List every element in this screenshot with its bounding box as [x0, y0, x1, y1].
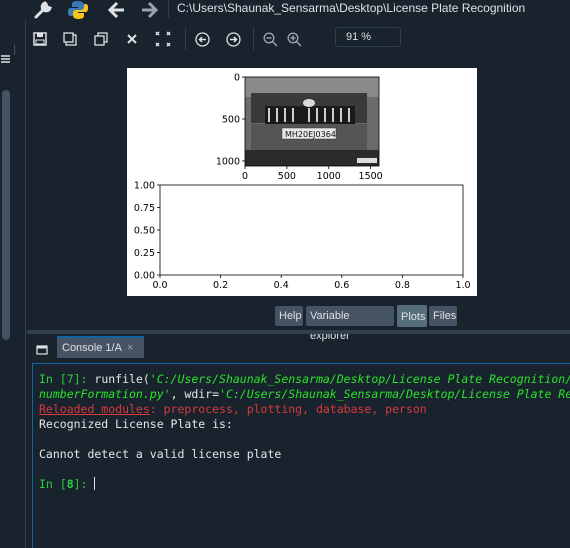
console-options-icon[interactable]	[36, 341, 48, 355]
reloaded-modules-list: : preprocess, plotting, database, person	[149, 402, 427, 416]
ipython-console[interactable]: In [7]: runfile('C:/Users/Shaunak_Sensar…	[32, 363, 570, 548]
left-scrollbar[interactable]	[2, 90, 10, 340]
image-x-tick-label: 1000	[317, 171, 341, 182]
image-y-tick-label: 500	[222, 114, 240, 125]
zoom-level-field[interactable]: 91 %	[335, 27, 401, 47]
next-icon[interactable]	[224, 30, 242, 48]
axes-frame	[159, 184, 464, 276]
tab-variable-explorer[interactable]: Variable explorer	[306, 306, 394, 342]
close-tab-icon[interactable]: ×	[127, 338, 133, 358]
console-kwarg: , wdir=	[170, 387, 220, 401]
axes-x-tick-label: 0.2	[213, 280, 228, 291]
empty-axes-subplot: 0.000.250.500.751.00 0.0 0.2 0.4 0.6 0.8 1.0	[134, 181, 471, 292]
console-prompt-number: 8	[66, 477, 74, 491]
image-x-tick-label: 500	[278, 171, 296, 182]
console-output-line: Cannot detect a valid license plate	[39, 447, 282, 461]
console-tab-label: Console 1/A	[62, 342, 122, 354]
close-all-icon[interactable]	[154, 30, 172, 48]
save-all-icon[interactable]	[61, 30, 79, 48]
axes-x-ticks: 0.0 0.2 0.4 0.6 0.8 1.0	[152, 275, 471, 291]
save-icon[interactable]	[31, 30, 49, 48]
axes-y-tick-label: 0.25	[134, 248, 155, 259]
tab-files[interactable]: Files	[429, 306, 457, 326]
arrow-right-icon[interactable]	[138, 0, 160, 20]
plots-toolbar: 91 %	[27, 22, 570, 56]
axes-y-tick-label: 1.00	[134, 181, 155, 192]
axes-x-tick-label: 0.8	[395, 280, 410, 291]
image-y-tick-label: 1000	[216, 156, 240, 167]
image-x-tick-label: 0	[242, 171, 248, 182]
console-prompt: In [7]:	[39, 372, 95, 386]
console-arg: 'C:/Users/Shaunak_Sensarma/Desktop/Licen…	[149, 372, 570, 386]
previous-icon[interactable]	[193, 30, 211, 48]
toolbar-separator	[185, 28, 186, 50]
text-cursor	[94, 477, 96, 490]
plate-text: MH20EJ0364	[285, 130, 336, 139]
arrow-left-icon[interactable]	[106, 0, 128, 20]
toolbar-separator	[253, 28, 254, 50]
python-icon[interactable]	[66, 0, 90, 20]
console-output-line: Recognized License Plate is:	[39, 417, 233, 431]
copy-icon[interactable]	[92, 30, 110, 48]
plot-figure: MH20EJ0364 0 500 1000 0 500 1000 1500 0.0 0 0.2…	[127, 68, 477, 296]
axes-x-tick-label: 0.4	[274, 280, 289, 291]
axes-y-tick-label: 0.75	[134, 203, 155, 214]
close-icon[interactable]	[123, 30, 141, 48]
image-subplot: MH20EJ0364 0 500 1000 0 500 1000 1500	[216, 73, 383, 183]
image-x-tick-label: 1500	[359, 171, 383, 182]
image-x-ticks: 0 500 1000 1500	[242, 166, 383, 182]
console-wdir: 'C:/Users/Shaunak_Sensarma/Desktop/Licen…	[219, 387, 570, 401]
zoom-out-icon[interactable]	[261, 30, 279, 48]
console-prompt-prefix: In [	[39, 477, 67, 491]
axes-x-tick-label: 1.0	[455, 280, 470, 291]
pane-divider	[14, 45, 15, 55]
tab-plots[interactable]: Plots	[397, 305, 427, 327]
tab-help[interactable]: Help	[275, 306, 303, 326]
image-y-tick-label: 0	[234, 73, 240, 84]
wrench-icon[interactable]	[32, 0, 54, 20]
reloaded-modules-label: Reloaded modules	[39, 402, 150, 416]
hamburger-icon[interactable]	[0, 50, 12, 63]
image-y-ticks: 0 500 1000	[216, 73, 245, 167]
axes-y-ticks: 0.000.250.500.751.00	[134, 181, 160, 282]
console-prompt-suffix: ]:	[73, 477, 95, 491]
axes-x-tick-label: 0.0	[152, 280, 167, 291]
console-arg-cont: numberFormation.py'	[39, 387, 171, 401]
main-toolbar: C:\Users\Shaunak_Sensarma\Desktop\Licens…	[0, 0, 570, 20]
axes-y-tick-label: 0.50	[134, 226, 155, 237]
zoom-in-icon[interactable]	[285, 30, 303, 48]
console-tab[interactable]: Console 1/A ×	[57, 336, 144, 358]
working-directory-field[interactable]: C:\Users\Shaunak_Sensarma\Desktop\Licens…	[168, 0, 570, 18]
axes-x-tick-label: 0.6	[334, 280, 349, 291]
console-command: runfile(	[94, 372, 150, 386]
